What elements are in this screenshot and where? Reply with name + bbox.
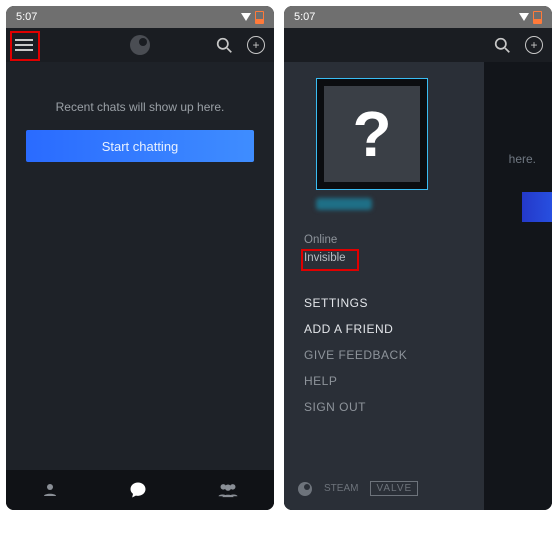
menu-help-label: HELP [304, 374, 337, 388]
search-icon [216, 37, 233, 54]
hamburger-icon [15, 38, 33, 52]
search-button[interactable] [492, 35, 512, 55]
phone-left: 5:07 + Recent chats will show up here. S… [6, 6, 274, 510]
status-icons [519, 11, 542, 24]
drawer-footer: STEAM VALVE [298, 481, 418, 496]
battery-icon [255, 11, 264, 24]
status-bar: 5:07 [284, 6, 552, 28]
status-time: 5:07 [294, 11, 315, 23]
steam-text: STEAM [324, 483, 358, 494]
menu-add-friend[interactable]: ADD A FRIEND [304, 322, 470, 336]
battery-icon [533, 11, 542, 24]
peek-text: here. [509, 152, 536, 166]
menu-feedback-label: GIVE FEEDBACK [304, 348, 407, 362]
status-invisible[interactable]: Invisible [304, 252, 470, 264]
start-chatting-button[interactable]: Start chatting [26, 130, 254, 162]
top-bar: + [284, 28, 552, 62]
menu-signout[interactable]: SIGN OUT [304, 400, 470, 414]
person-icon [41, 481, 59, 499]
nav-groups[interactable] [217, 481, 239, 499]
avatar-placeholder-icon: ? [324, 86, 420, 182]
empty-chats-text: Recent chats will show up here. [6, 100, 274, 114]
menu-settings[interactable]: SETTINGS [304, 296, 470, 310]
menu-add-friend-label: ADD A FRIEND [304, 322, 393, 336]
chat-icon [128, 480, 148, 500]
top-bar: + [6, 28, 274, 62]
steam-logo-icon [298, 482, 312, 496]
plus-icon: + [525, 36, 543, 54]
status-icons [241, 11, 264, 24]
search-icon [494, 37, 511, 54]
new-chat-button[interactable]: + [524, 35, 544, 55]
menu-settings-label: SETTINGS [304, 296, 368, 310]
nav-drawer: ? Online Invisible SETTINGS ADD A FRIEND… [284, 62, 484, 510]
steam-logo-icon [130, 35, 150, 55]
start-chatting-label: Start chatting [102, 139, 179, 154]
username-redacted [316, 198, 372, 210]
chat-body: Recent chats will show up here. Start ch… [6, 62, 274, 510]
valve-logo: VALVE [370, 481, 418, 496]
nav-friends[interactable] [41, 481, 59, 499]
menu-signout-label: SIGN OUT [304, 400, 366, 414]
menu-feedback[interactable]: GIVE FEEDBACK [304, 348, 470, 362]
status-online-label: Online [304, 234, 337, 246]
status-online[interactable]: Online [304, 234, 470, 246]
menu-button[interactable] [14, 35, 34, 55]
status-time: 5:07 [16, 11, 37, 23]
group-icon [217, 481, 239, 499]
wifi-icon [241, 13, 251, 21]
plus-icon: + [247, 36, 265, 54]
wifi-icon [519, 13, 529, 21]
status-bar: 5:07 [6, 6, 274, 28]
bottom-nav [6, 470, 274, 510]
status-invisible-label: Invisible [304, 252, 346, 264]
avatar-frame[interactable]: ? [316, 78, 428, 190]
new-chat-button[interactable]: + [246, 35, 266, 55]
menu-help[interactable]: HELP [304, 374, 470, 388]
nav-chat[interactable] [128, 480, 148, 500]
phone-right: 5:07 + here. ? Online Invisible [284, 6, 552, 510]
peek-start-button [522, 192, 552, 222]
search-button[interactable] [214, 35, 234, 55]
